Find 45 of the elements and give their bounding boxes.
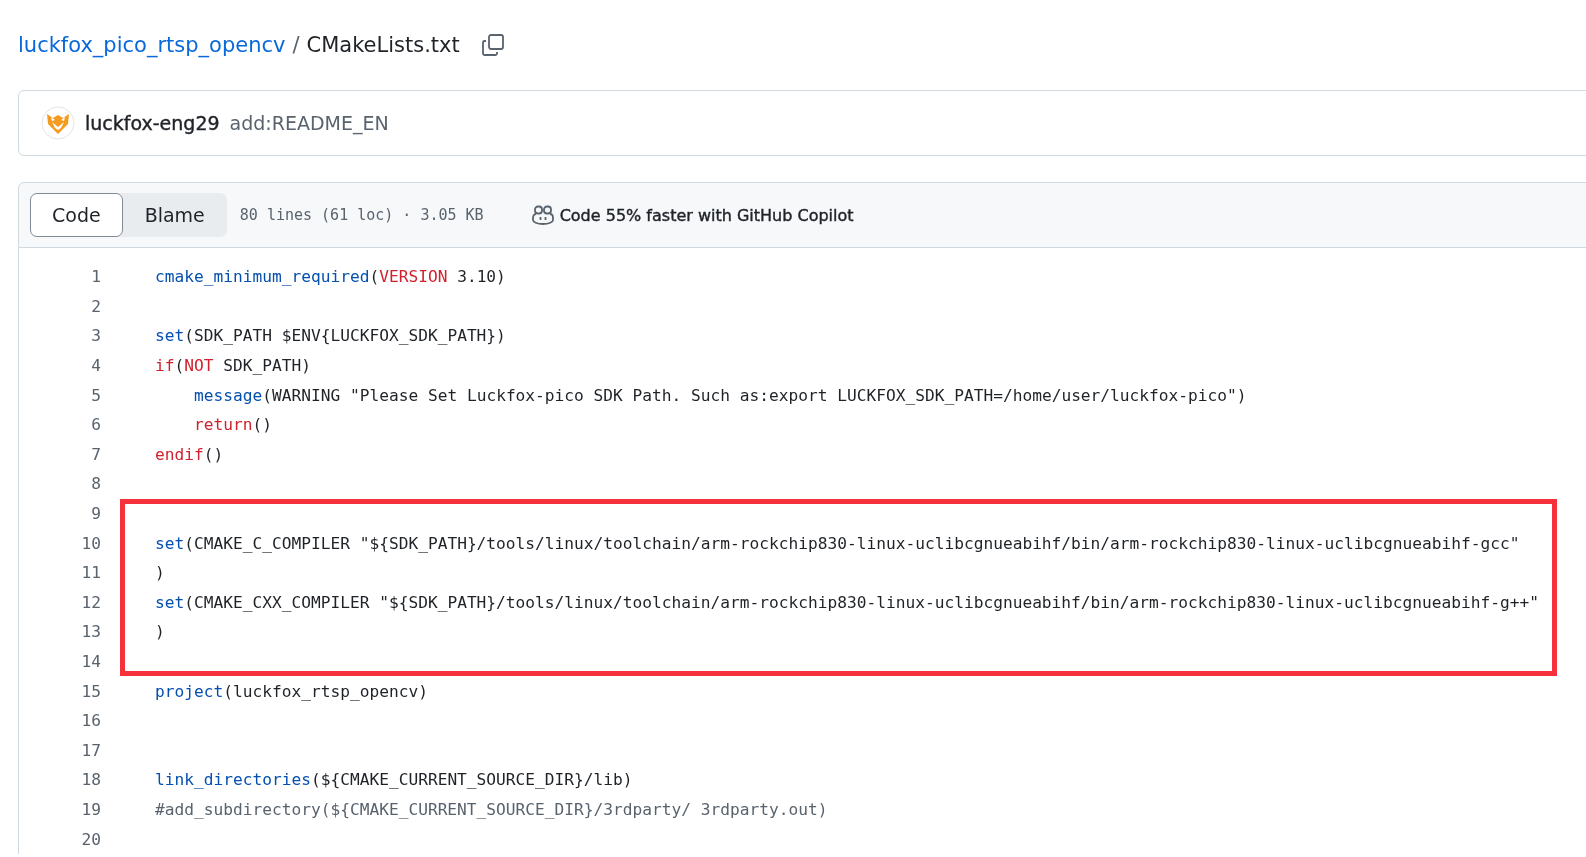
copilot-icon	[531, 205, 554, 225]
line-number: 8	[90, 474, 101, 494]
line-number: 7	[90, 444, 101, 464]
code-line: project(luckfox_rtsp_opencv)	[155, 681, 428, 701]
line-number: 2	[90, 296, 101, 316]
path-separator: /	[292, 33, 300, 57]
code-line: endif()	[155, 444, 224, 464]
code-line: set(CMAKE_C_COMPILER "${SDK_PATH}/tools/linux/toolchain/arm-rockchip830-linux-uclibcgnueabihf/bin/arm-rockchip830-linux-uclibcgnueabihf-gcc"	[155, 533, 1520, 553]
code-line: cmake_minimum_required(VERSION 3.10)	[155, 267, 506, 287]
fox-avatar-icon	[41, 106, 75, 140]
repo-link[interactable]: luckfox_pico_rtsp_opencv	[18, 33, 286, 57]
line-number: 5	[90, 385, 101, 405]
line-number: 3	[90, 326, 101, 346]
code-line: #add_subdirectory(${CMAKE_CURRENT_SOURCE_DIR}/3rdparty/ 3rdparty.out)	[155, 800, 828, 819]
code-line: return()	[194, 415, 272, 435]
code-line: set(SDK_PATH $ENV{LUCKFOX_SDK_PATH})	[155, 326, 506, 346]
line-number: 11	[80, 563, 101, 583]
line-number: 18	[80, 770, 101, 790]
code-line: set(CMAKE_CXX_COMPILER "${SDK_PATH}/tools/linux/toolchain/arm-rockchip830-linux-uclibcgnueabihf/bin/arm-rockchip830-linux-uclibcgnueabihf-g++"	[155, 592, 1539, 612]
view-tab[interactable]: Code	[30, 193, 123, 237]
code-line: message(WARNING "Please Set Luckfox-pico SDK Path. Such as:export LUCKFOX_SDK_PATH=/home/user/luckfox-pico")	[194, 385, 1247, 405]
line-number: 1	[90, 267, 101, 287]
line-number: 6	[90, 415, 101, 435]
commit-author[interactable]: luckfox-eng29	[85, 112, 220, 134]
code-line: if(NOT SDK_PATH)	[155, 356, 311, 376]
line-number: 15	[80, 681, 101, 701]
file-info: 80 lines (61 loc) · 3.05 KB	[239, 206, 484, 224]
code-line: )	[155, 563, 165, 583]
view-tab[interactable]: Blame	[122, 193, 227, 237]
line-number: 17	[80, 740, 101, 760]
line-number: 13	[80, 622, 101, 642]
code-line: )	[155, 622, 165, 642]
copilot-promo[interactable]: Code 55% faster with GitHub Copilot	[559, 205, 854, 225]
line-number: 14	[80, 652, 101, 671]
file-name: CMakeLists.txt	[306, 33, 460, 57]
copy-icon[interactable]	[480, 33, 505, 57]
code-line: link_directories(${CMAKE_CURRENT_SOURCE_DIR}/lib)	[155, 770, 633, 790]
commit-message[interactable]: add:README_EN	[229, 112, 389, 134]
line-number: 9	[90, 504, 101, 524]
line-number: 4	[90, 356, 101, 376]
line-number: 12	[80, 592, 101, 612]
line-number: 19	[80, 800, 101, 819]
line-number: 20	[80, 829, 101, 849]
line-number: 10	[80, 533, 101, 553]
line-number: 16	[80, 711, 101, 731]
